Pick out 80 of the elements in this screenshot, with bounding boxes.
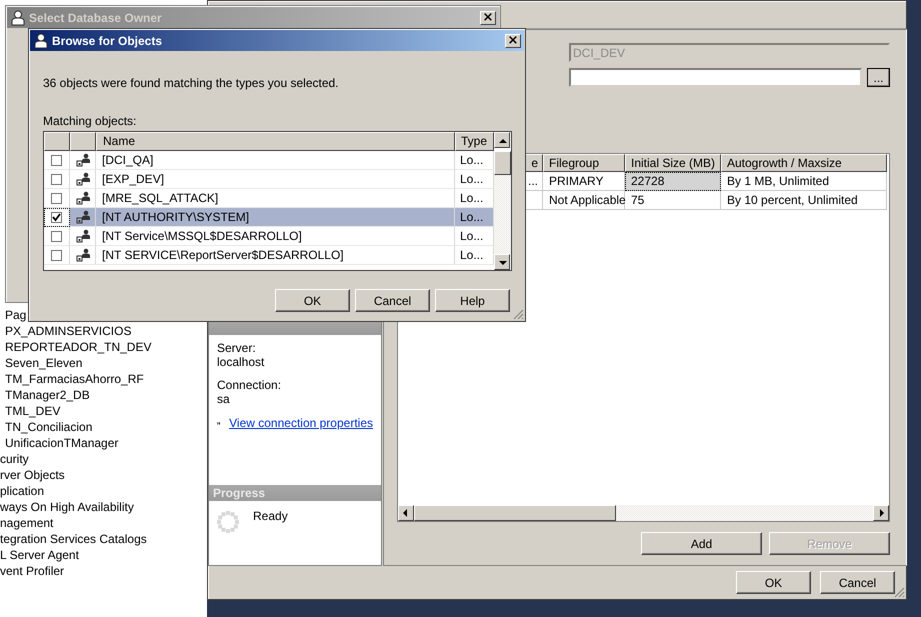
table-cell: By 10 percent, Unlimited <box>721 191 887 210</box>
tree-item[interactable]: nagement <box>0 515 207 531</box>
column-header[interactable]: Initial Size (MB) <box>625 154 721 172</box>
column-header[interactable]: Type <box>455 132 494 151</box>
user-group-icon <box>76 153 90 167</box>
list-row[interactable]: [NT SERVICE\ReportServer$DESARROLLO] Lo... <box>44 246 494 265</box>
list-row[interactable]: [NT Service\MSSQL$DESARROLLO] Lo... <box>44 227 494 246</box>
tree-item[interactable]: vent Profiler <box>0 563 207 579</box>
tree-item[interactable]: plication <box>0 483 207 499</box>
user-group-icon <box>76 248 90 262</box>
object-type: Lo... <box>455 208 494 227</box>
list-label: Matching objects: <box>43 114 138 128</box>
dialog-button[interactable]: Help <box>435 289 510 312</box>
checkbox[interactable] <box>51 174 62 184</box>
progress-status: Ready <box>253 509 288 525</box>
table-cell: 22728 <box>625 172 721 191</box>
checkbox[interactable] <box>51 250 62 260</box>
tree-item[interactable]: L Server Agent <box>0 547 207 563</box>
object-name: [DCI_QA] <box>96 151 455 170</box>
dialog-button[interactable]: Cancel <box>820 571 895 594</box>
column-header[interactable]: Filegroup <box>543 154 625 172</box>
user-group-icon <box>76 210 90 224</box>
user-icon <box>11 10 25 26</box>
resize-grip-icon <box>893 586 905 598</box>
server-label: Server: <box>217 341 257 355</box>
checkbox[interactable] <box>51 192 62 204</box>
checkbox[interactable] <box>51 230 62 242</box>
connection-value: sa <box>217 392 231 406</box>
checkmark-icon <box>52 212 61 222</box>
column-header[interactable]: Name <box>96 132 455 151</box>
user-icon <box>34 32 48 48</box>
column-header[interactable] <box>44 132 70 151</box>
list-row[interactable]: [DCI_QA] Lo... <box>44 151 494 170</box>
table-cell: By 1 MB, Unlimited <box>721 172 887 191</box>
tree-item[interactable]: TManager2_DB <box>0 387 207 403</box>
dialog-button[interactable]: Cancel <box>355 289 430 312</box>
server-value: localhost <box>217 355 266 369</box>
checkbox[interactable] <box>51 154 62 166</box>
table-cell: Not Applicable <box>543 191 625 210</box>
tree-item[interactable]: Seven_Eleven <box>0 355 207 371</box>
dialog-button[interactable]: OK <box>736 571 811 594</box>
list-row[interactable]: [EXP_DEV] Lo... <box>44 170 494 189</box>
column-header[interactable] <box>70 132 96 151</box>
user-group-icon <box>76 191 90 205</box>
object-name: [NT SERVICE\ReportServer$DESARROLLO] <box>96 246 455 265</box>
tree-item[interactable]: TN_Conciliacion <box>0 419 207 435</box>
object-name: [NT Service\MSSQL$DESARROLLO] <box>96 227 455 246</box>
connection-properties-link[interactable]: View connection properties <box>229 416 373 430</box>
browse-button[interactable]: ... <box>867 68 890 87</box>
tree-item[interactable]: TM_FarmaciasAhorro_RF <box>0 371 207 387</box>
object-name: [EXP_DEV] <box>96 170 455 189</box>
tree-item[interactable]: PX_ADMINSERVICIOS <box>0 323 207 339</box>
tree-item[interactable]: UnificacionTManager <box>0 435 207 451</box>
column-header[interactable]: Autogrowth / Maxsize <box>721 154 887 172</box>
close-button[interactable]: × <box>480 10 496 24</box>
tree-item[interactable]: TML_DEV <box>0 403 207 419</box>
tree-item[interactable]: tegration Services Catalogs <box>0 531 207 547</box>
connection-label: Connection: <box>217 378 282 392</box>
tree-item[interactable]: rver Objects <box>0 467 207 483</box>
section-header: Progress <box>209 485 381 501</box>
tree-item[interactable]: ways On High Availability <box>0 499 207 515</box>
resize-grip-icon <box>512 308 524 320</box>
grid-button[interactable]: Add <box>641 532 762 555</box>
vertical-scrollbar[interactable] <box>494 132 511 270</box>
window-title: Browse for Objects <box>52 34 164 48</box>
object-name: [NT AUTHORITY\SYSTEM] <box>96 208 455 227</box>
window-title: Select Database Owner <box>29 10 163 24</box>
tree-item[interactable]: REPORTEADOR_TN_DEV <box>0 339 207 355</box>
user-group-icon <box>76 229 90 243</box>
horizontal-scrollbar[interactable] <box>398 505 889 521</box>
checkbox[interactable] <box>51 212 62 222</box>
tree-item[interactable]: curity <box>0 451 207 467</box>
message-text: 36 objects were found matching the types you selected. <box>43 76 340 90</box>
table-cell: 75 <box>625 191 721 210</box>
owner-field[interactable] <box>569 68 862 87</box>
list-row[interactable]: [NT AUTHORITY\SYSTEM] Lo... <box>44 208 494 227</box>
dialog-button[interactable]: OK <box>275 289 350 312</box>
spinner-icon <box>217 511 239 533</box>
close-button[interactable]: × <box>505 34 521 48</box>
user-group-icon <box>76 172 90 186</box>
